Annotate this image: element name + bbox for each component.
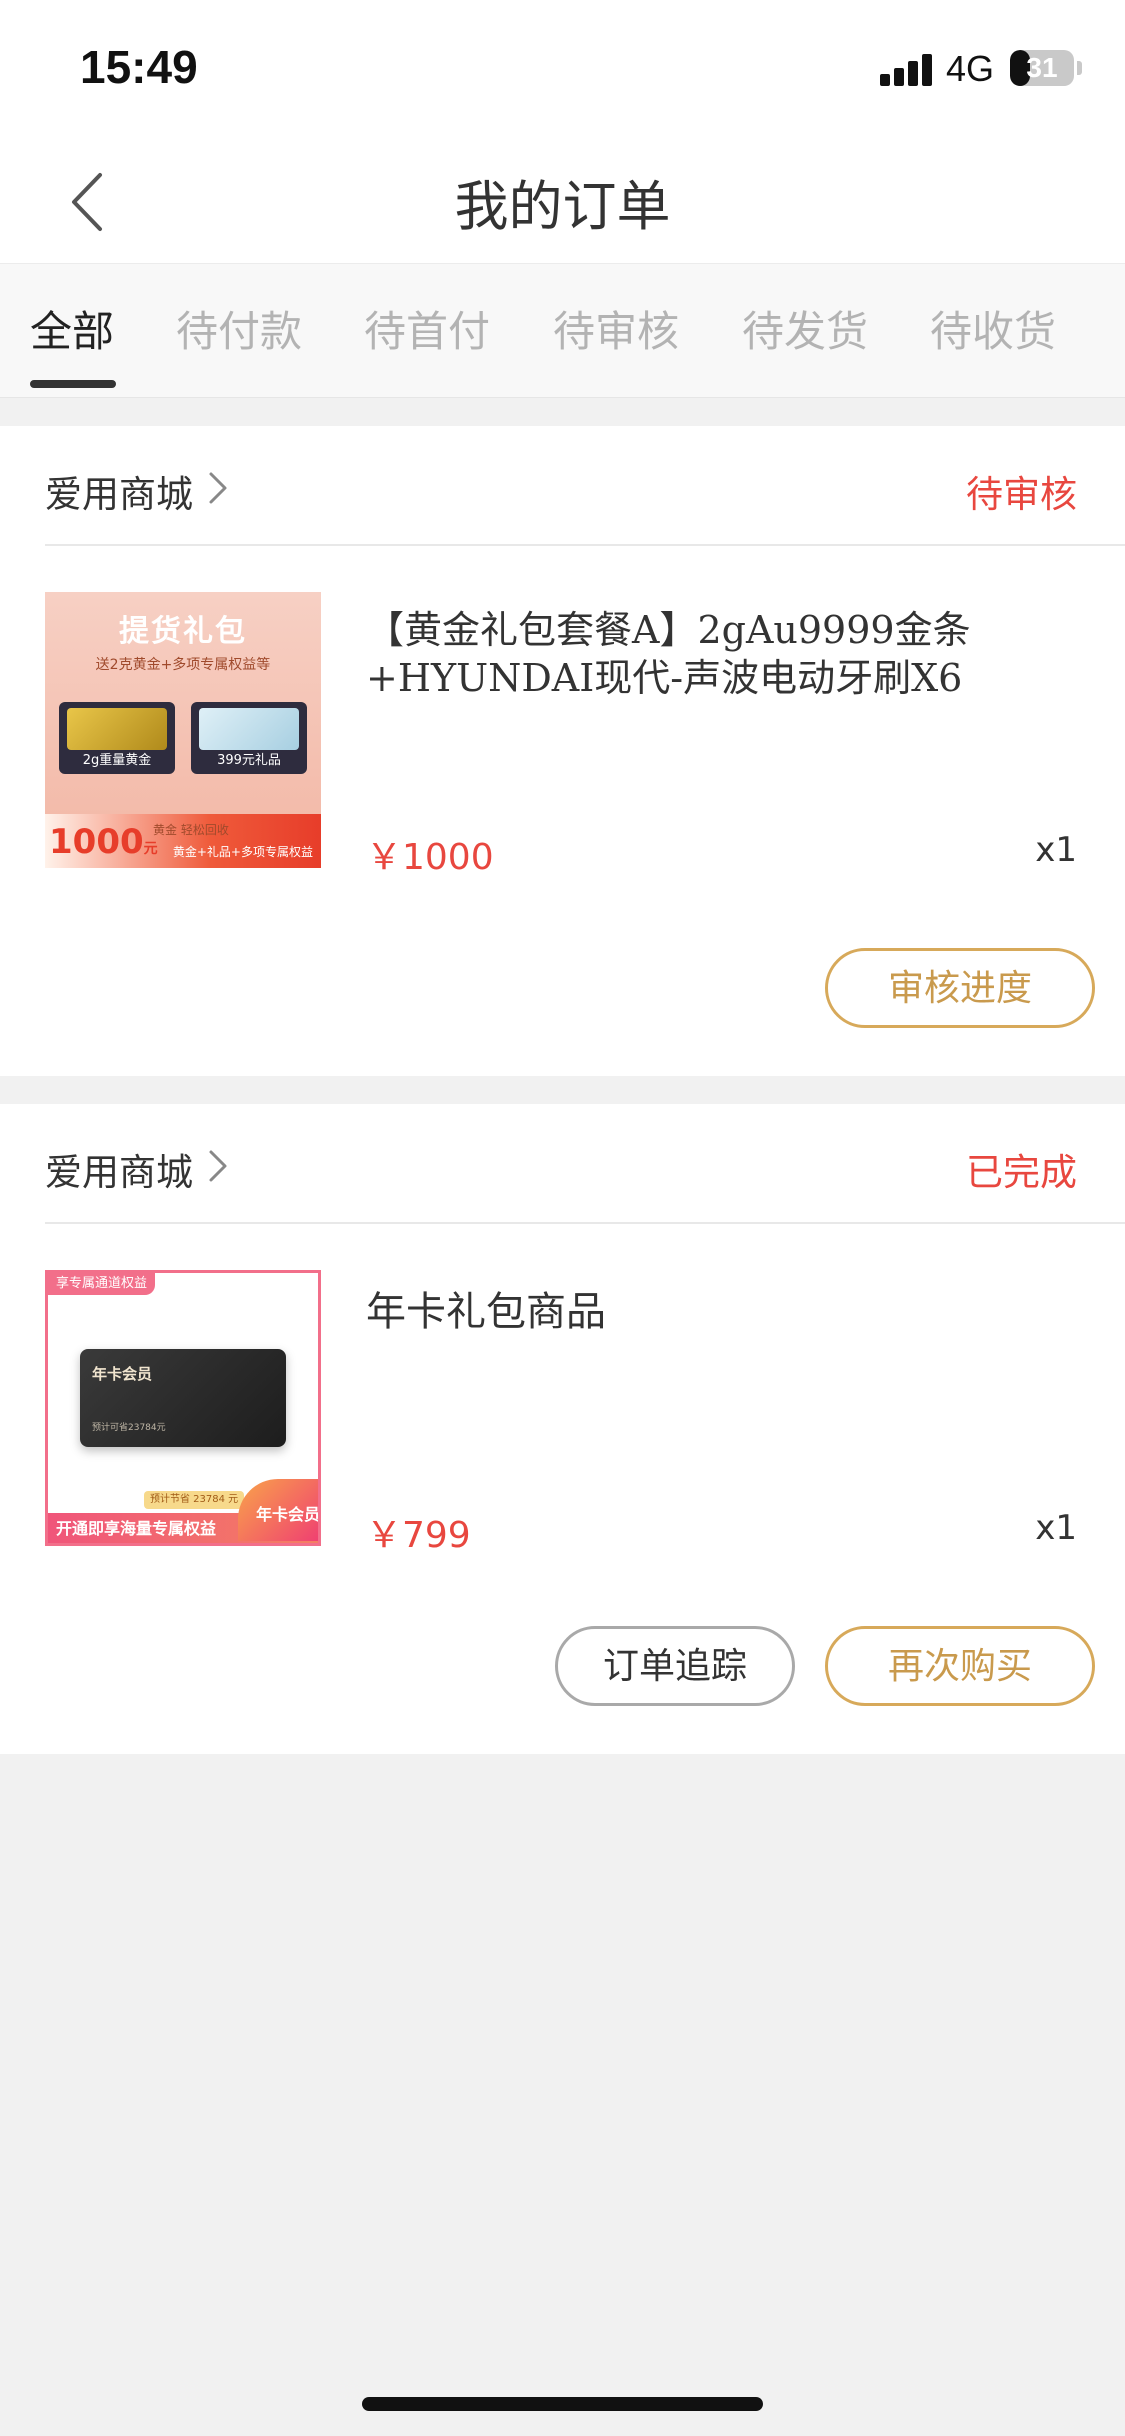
product-price: ￥799 bbox=[366, 1515, 471, 1556]
active-tab-indicator bbox=[30, 380, 116, 388]
thumb-price-band: 黄金 轻松回收 1000元 黄金+礼品+多项专属权益 bbox=[45, 814, 321, 868]
shop-name: 爱用商城 bbox=[45, 1151, 193, 1194]
product-quantity: x1 bbox=[1035, 830, 1077, 870]
order-tabs: 全部 待付款 待首付 待审核 待发货 待收货 bbox=[0, 264, 1125, 398]
battery-tip bbox=[1077, 61, 1082, 75]
tab-pending-review[interactable]: 待审核 bbox=[553, 298, 679, 359]
thumb-note-bottom: 黄金+礼品+多项专属权益 bbox=[172, 845, 313, 859]
thumb-save-tag: 预计节省 23784 元 bbox=[144, 1491, 245, 1509]
chevron-right-icon bbox=[209, 1150, 227, 1182]
thumb-footer-text: 开通即享海量专属权益 bbox=[56, 1519, 217, 1538]
nav-bar: 我的订单 bbox=[0, 132, 1125, 264]
tab-all[interactable]: 全部 bbox=[30, 298, 114, 359]
shop-name: 爱用商城 bbox=[45, 473, 193, 516]
order-card: 爱用商城 待审核 提货礼包 送2克黄金+多项专属权益等 2g重量黄金 399元礼… bbox=[0, 426, 1125, 1076]
product-image[interactable]: 提货礼包 送2克黄金+多项专属权益等 2g重量黄金 399元礼品 黄金 轻松回收… bbox=[45, 592, 321, 868]
order-tracking-button[interactable]: 订单追踪 bbox=[555, 1626, 795, 1706]
product-price: ￥1000 bbox=[366, 837, 494, 878]
order-status: 待审核 bbox=[966, 473, 1077, 516]
chevron-right-icon bbox=[209, 472, 227, 504]
gold-bar-image bbox=[67, 708, 167, 750]
thumb-corner-tag: 享专属通道权益 bbox=[48, 1273, 156, 1295]
tab-pending-receipt[interactable]: 待收货 bbox=[930, 298, 1056, 359]
product-image[interactable]: 享专属通道权益 年卡会员 预计可省23784元 预计节省 23784 元 开通即… bbox=[45, 1270, 321, 1546]
thumb-badge: 年卡会员 bbox=[238, 1479, 320, 1541]
toothbrush-box: 399元礼品 bbox=[191, 702, 307, 774]
page-title: 我的订单 bbox=[454, 175, 671, 238]
thumb-badge-text: 年卡会员 bbox=[255, 1505, 320, 1524]
home-indicator[interactable] bbox=[362, 2397, 763, 2411]
cellular-signal-icon bbox=[880, 52, 936, 86]
tab-pending-payment[interactable]: 待付款 bbox=[176, 298, 302, 359]
order-status: 已完成 bbox=[966, 1151, 1077, 1194]
divider bbox=[45, 544, 1125, 546]
review-progress-button[interactable]: 审核进度 bbox=[825, 948, 1095, 1028]
network-type: 4G bbox=[946, 48, 995, 89]
product-quantity: x1 bbox=[1035, 1508, 1077, 1548]
thumb-left-label: 2g重量黄金 bbox=[82, 753, 152, 768]
thumb-price-value: 1000 bbox=[49, 822, 144, 862]
toothbrush-image bbox=[199, 708, 299, 750]
thumb-right-label: 399元礼品 bbox=[217, 753, 281, 768]
order-card: 爱用商城 已完成 享专属通道权益 年卡会员 预计可省23784元 预计节省 23… bbox=[0, 1104, 1125, 1754]
vip-card-image: 年卡会员 预计可省23784元 bbox=[80, 1349, 286, 1447]
tab-pending-shipment[interactable]: 待发货 bbox=[742, 298, 868, 359]
vip-card-title: 年卡会员 bbox=[92, 1365, 153, 1383]
status-bar: 15:49 4G 31 bbox=[0, 0, 1125, 132]
product-title[interactable]: 【黄金礼包套餐A】2gAu9999金条+HYUNDAI现代-声波电动牙刷X6 bbox=[366, 606, 1066, 702]
tab-pending-down-payment[interactable]: 待首付 bbox=[364, 298, 490, 359]
thumb-subline: 送2克黄金+多项专属权益等 bbox=[95, 657, 271, 673]
shop-link[interactable]: 爱用商城 bbox=[45, 1142, 227, 1202]
divider bbox=[45, 1222, 1125, 1224]
buy-again-button[interactable]: 再次购买 bbox=[825, 1626, 1095, 1706]
gold-bar-box: 2g重量黄金 bbox=[59, 702, 175, 774]
battery-icon: 31 bbox=[1010, 50, 1074, 86]
thumb-note-top: 黄金 轻松回收 bbox=[153, 823, 229, 837]
vip-card-sub: 预计可省23784元 bbox=[92, 1423, 166, 1433]
battery-level: 31 bbox=[1026, 52, 1058, 83]
shop-link[interactable]: 爱用商城 bbox=[45, 464, 227, 524]
status-time: 15:49 bbox=[80, 41, 198, 93]
thumb-price-unit: 元 bbox=[143, 841, 158, 857]
thumb-headline: 提货礼包 bbox=[119, 614, 247, 649]
thumb-price: 1000元 bbox=[49, 822, 158, 862]
product-title[interactable]: 年卡礼包商品 bbox=[366, 1288, 1066, 1336]
